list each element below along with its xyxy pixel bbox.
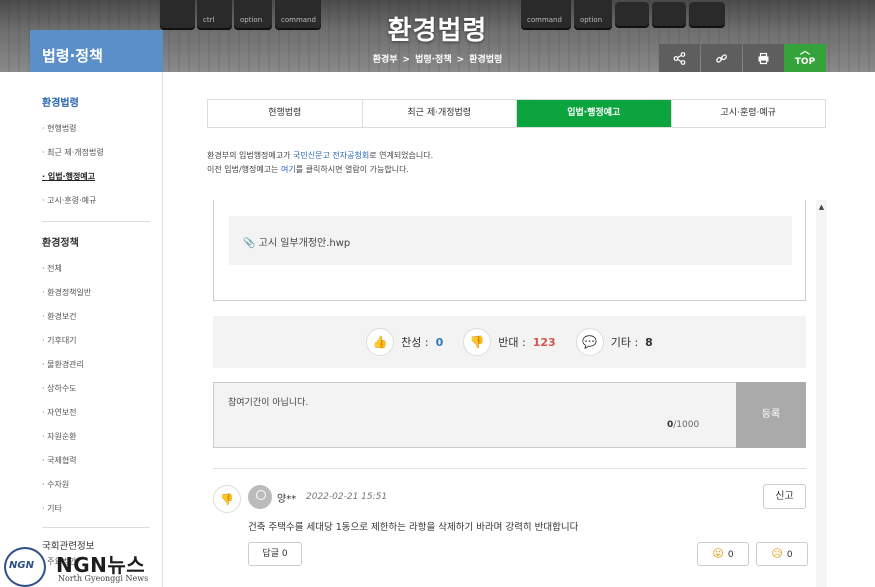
reply-button[interactable]: 답글 0 (248, 542, 302, 566)
comment-input[interactable]: 참여기간이 아닙니다. 0/1000 등록 (213, 382, 806, 448)
laughing-face-icon: 😛 (712, 547, 724, 560)
sidebar-item[interactable]: 기후대기 (42, 329, 162, 353)
watermark-subtitle: North Gyeonggi News (58, 574, 149, 583)
top-button[interactable]: ︿ TOP (784, 44, 826, 72)
sidebar-item[interactable]: 수자원 (42, 473, 162, 497)
comment-date: 2022-02-21 15:51 (306, 492, 388, 502)
notice-text: 환경부의 입법행정예고가 국민신문고 전자공청회로 연계되었습니다. 이전 입법… (207, 151, 434, 174)
share-icon[interactable] (659, 44, 700, 72)
report-button[interactable]: 신고 (763, 484, 806, 509)
tab-notices[interactable]: 고시·훈령·예규 (672, 100, 826, 127)
chevron-up-icon: ︿ (800, 46, 810, 57)
print-icon[interactable] (743, 44, 784, 72)
avatar (248, 485, 272, 509)
sidebar-item[interactable]: 현행법령 (42, 117, 162, 141)
sidebar-item[interactable]: 전체 (42, 257, 162, 281)
vote-etc[interactable]: 💬 기타 :8 (575, 328, 653, 356)
vote-oppose[interactable]: 👎 반대 :123 (463, 328, 556, 356)
attachment-link[interactable]: 고시 일부개정안.hwp (259, 238, 351, 249)
sidebar-item[interactable]: 상하수도 (42, 377, 162, 401)
scrollbar[interactable]: ▲ (816, 200, 827, 587)
sidebar-item[interactable]: 물환경관리 (42, 353, 162, 377)
reaction-sad-button[interactable]: 😥 0 (756, 542, 808, 566)
comment-author: 양** (277, 494, 297, 505)
watermark: NGN NGN뉴스 North Gyeonggi News (2, 547, 167, 587)
divider (213, 468, 806, 469)
content-frame: 📎 고시 일부개정안.hwp 👍 찬성 :0 👎 반대 :123 💬 기타 :8… (207, 200, 827, 587)
sidebar-item[interactable]: 환경보건 (42, 305, 162, 329)
link-icon[interactable] (701, 44, 742, 72)
sidebar-list: 전체 환경정책일반 환경보건 기후대기 물환경관리 상하수도 자연보전 자원순환… (30, 249, 162, 521)
tab-current-laws[interactable]: 현행법령 (208, 100, 363, 127)
sidebar-item[interactable]: 자연보전 (42, 401, 162, 425)
comment-item: 👎 양** 2022-02-21 15:51 신고 건축 주택수를 세대당 1동… (213, 482, 808, 582)
sidebar-item[interactable]: 환경정책일반 (42, 281, 162, 305)
char-counter: 0/1000 (667, 420, 700, 430)
breadcrumb-item[interactable]: 법령·정책 (415, 55, 452, 65)
thumbs-up-icon[interactable]: 👍 (366, 328, 395, 356)
sidebar-list: 현행법령 최근 제·개정법령 입법·행정예고 고시·훈령·예규 (30, 109, 162, 213)
toolbar (659, 44, 784, 72)
tab-legislative-notice[interactable]: 입법·행정예고 (517, 100, 672, 127)
sidebar-item[interactable]: 국제협력 (42, 449, 162, 473)
sidebar-item-active[interactable]: 입법·행정예고 (42, 165, 162, 189)
paperclip-icon: 📎 (243, 238, 256, 249)
vote-agree[interactable]: 👍 찬성 :0 (366, 328, 443, 356)
sidebar: 환경법령 현행법령 최근 제·개정법령 입법·행정예고 고시·훈령·예규 환경정… (30, 72, 163, 587)
breadcrumb-item[interactable]: 환경부 (373, 55, 398, 65)
breadcrumb-item[interactable]: 환경법령 (469, 55, 502, 65)
tab-recent-laws[interactable]: 최근 제·개정법령 (363, 100, 517, 127)
sidebar-item[interactable]: 자원순환 (42, 425, 162, 449)
epeople-link[interactable]: 국민신문고 전자공청회 (293, 151, 369, 160)
speech-bubble-icon[interactable]: 💬 (575, 328, 604, 356)
sidebar-group-title[interactable]: 환경법령 (30, 72, 162, 109)
vote-bar: 👍 찬성 :0 👎 반대 :123 💬 기타 :8 (213, 316, 806, 368)
thumbs-down-icon: 👎 (213, 485, 241, 513)
comment-text: 건축 주택수를 세대당 1동으로 제한하는 라항을 삭제하기 바라며 강력히 반… (248, 522, 579, 533)
attachment[interactable]: 📎 고시 일부개정안.hwp (229, 216, 792, 265)
section-title: 법령·정책 (30, 30, 163, 72)
thumbs-down-icon[interactable]: 👎 (463, 328, 492, 356)
tab-bar: 현행법령 최근 제·개정법령 입법·행정예고 고시·훈령·예규 (207, 99, 826, 128)
sidebar-item[interactable]: 고시·훈령·예규 (42, 189, 162, 213)
ngn-logo: NGN (4, 547, 46, 587)
sidebar-group-title[interactable]: 환경정책 (30, 222, 162, 249)
submit-button[interactable]: 등록 (736, 382, 806, 448)
sidebar-item[interactable]: 최근 제·개정법령 (42, 141, 162, 165)
archive-link[interactable]: 여기 (281, 165, 296, 174)
sidebar-item[interactable]: 기타 (42, 497, 162, 521)
scroll-up-icon[interactable]: ▲ (816, 200, 827, 214)
document-box: 📎 고시 일부개정안.hwp (213, 200, 806, 301)
reaction-laugh-button[interactable]: 😛 0 (697, 542, 749, 566)
sad-face-icon: 😥 (771, 547, 783, 560)
